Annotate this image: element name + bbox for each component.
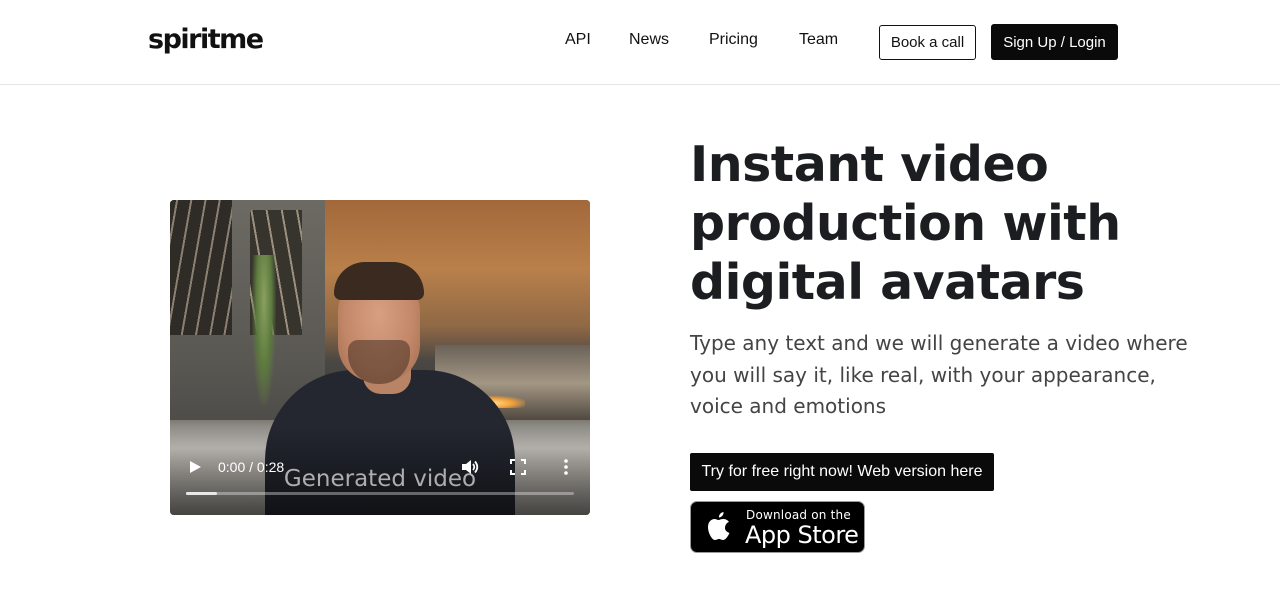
nav-link-news[interactable]: News bbox=[629, 31, 669, 49]
book-call-button[interactable]: Book a call bbox=[879, 25, 976, 60]
headline-line: digital avatars bbox=[690, 254, 1085, 311]
app-store-badge[interactable]: Download on the App Store bbox=[690, 501, 865, 553]
video-progress-fill bbox=[186, 492, 218, 495]
headline-line: Instant video bbox=[690, 136, 1049, 193]
more-options-icon[interactable] bbox=[558, 458, 574, 476]
video-time: 0:00 / 0:28 bbox=[218, 459, 285, 475]
volume-icon[interactable] bbox=[460, 458, 480, 476]
top-navigation-bar: spiritme API News Pricing Team Book a ca… bbox=[0, 0, 1280, 85]
headline-line: production with bbox=[690, 195, 1121, 252]
logo[interactable]: spiritme bbox=[148, 24, 264, 55]
video-player[interactable]: Generated video 0:00 / 0:28 bbox=[170, 200, 590, 515]
app-store-big-text: App Store bbox=[745, 521, 859, 549]
try-free-web-button[interactable]: Try for free right now! Web version here bbox=[690, 453, 994, 491]
hero-headline: Instant video production with digital av… bbox=[690, 135, 1250, 312]
fullscreen-icon[interactable] bbox=[510, 459, 526, 475]
video-progress-bar[interactable] bbox=[186, 492, 574, 495]
play-icon[interactable] bbox=[188, 460, 202, 474]
nav-link-team[interactable]: Team bbox=[799, 31, 838, 49]
signup-login-button[interactable]: Sign Up / Login bbox=[991, 24, 1118, 60]
app-store-small-text: Download on the bbox=[746, 508, 851, 522]
nav-link-api[interactable]: API bbox=[565, 31, 591, 49]
hero-subtitle: Type any text and we will generate a vid… bbox=[690, 331, 1188, 418]
nav-link-pricing[interactable]: Pricing bbox=[709, 31, 758, 49]
apple-icon bbox=[708, 512, 730, 540]
